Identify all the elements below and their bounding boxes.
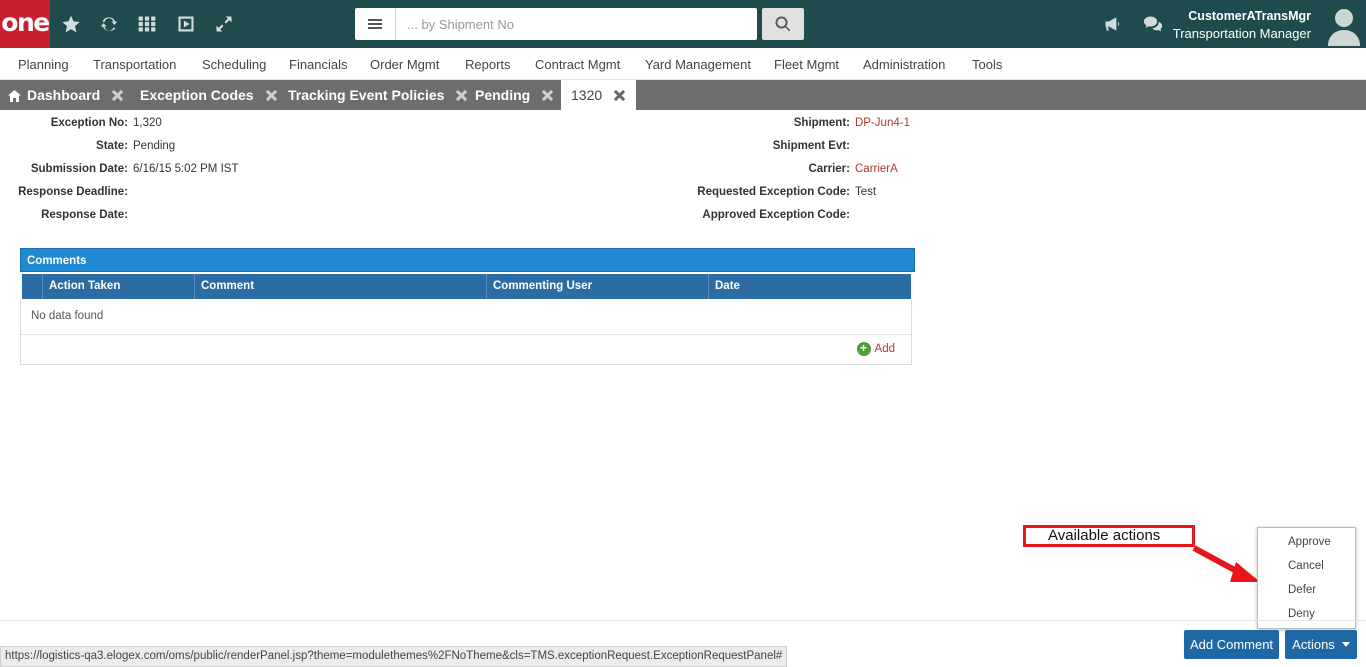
tab-dashboard[interactable]: Dashboard [8,80,123,110]
comments-grid-header: Action Taken Comment Commenting User Dat… [22,274,911,299]
submission-date-label: Submission Date: [30,163,128,175]
exception-no-label: Exception No: [50,117,128,129]
comments-grid-body: No data found + Add [20,299,912,365]
close-icon[interactable] [112,90,123,101]
response-date-label: Response Date: [41,209,128,221]
tab-label: 1320 [571,87,603,103]
user-role: Transportation Manager [1172,26,1311,41]
grid-icon[interactable] [135,12,159,36]
exception-no-value: 1,320 [133,117,162,129]
close-icon[interactable] [266,90,277,101]
carrier-link[interactable]: CarrierA [855,163,898,175]
shipment-evt-label: Shipment Evt: [772,140,850,152]
menu-financials[interactable]: Financials [289,57,348,72]
action-deny[interactable]: Deny [1288,608,1315,620]
tab-label: Pending [475,87,531,103]
action-defer[interactable]: Defer [1288,584,1316,596]
tab-pending[interactable]: Pending [475,80,553,110]
menu-planning[interactable]: Planning [18,57,69,72]
play-icon[interactable] [174,12,198,36]
add-comment-button[interactable]: Add Comment [1184,630,1279,659]
approved-exception-code-label: Approved Exception Code: [702,209,850,221]
state-value: Pending [133,140,176,152]
user-name[interactable]: CustomerATransMgr [1188,9,1311,23]
app-logo[interactable]: one [0,0,50,48]
tab-tracking-event-policies[interactable]: Tracking Event Policies [288,80,467,110]
tab-label: Tracking Event Policies [288,87,445,103]
home-icon [8,89,21,102]
close-icon[interactable] [456,90,467,101]
grid-col-selector [22,274,42,299]
col-action-taken[interactable]: Action Taken [42,274,194,299]
menu-scheduling[interactable]: Scheduling [202,57,266,72]
divider [21,334,911,335]
menu-contract-mgmt[interactable]: Contract Mgmt [535,57,620,72]
actions-button[interactable]: Actions [1285,630,1357,659]
top-bar: one CustomerATransMgr Transportation Man… [0,0,1366,48]
menu-reports[interactable]: Reports [465,57,511,72]
comments-panel-title: Comments [20,248,915,272]
menu-yard-management[interactable]: Yard Management [645,57,751,72]
status-url: https://logistics-qa3.elogex.com/oms/pub… [0,646,788,667]
close-icon[interactable] [614,90,625,101]
megaphone-icon[interactable] [1101,12,1125,36]
search-menu-icon[interactable] [355,8,396,40]
annotation-callout: Available actions [1023,525,1195,547]
shipment-label: Shipment: [793,117,850,129]
action-approve[interactable]: Approve [1288,536,1331,548]
tab-label: Dashboard [27,87,101,103]
actions-label: Actions [1292,637,1335,652]
shipment-link[interactable]: DP-Jun4-1 [855,117,910,129]
menu-administration[interactable]: Administration [863,57,945,72]
requested-exception-code-label: Requested Exception Code: [697,186,850,198]
search-input[interactable] [397,8,755,40]
col-comment[interactable]: Comment [194,274,486,299]
action-cancel[interactable]: Cancel [1288,560,1324,572]
close-icon[interactable] [542,90,553,101]
main-menu: Planning Transportation Scheduling Finan… [0,48,1366,80]
tab-exception-codes[interactable]: Exception Codes [140,80,277,110]
menu-tools[interactable]: Tools [972,57,1002,72]
actions-dropdown: Approve Cancel Defer Deny [1257,527,1356,629]
menu-order-mgmt[interactable]: Order Mgmt [370,57,439,72]
col-commenting-user[interactable]: Commenting User [486,274,708,299]
caret-down-icon [1341,642,1350,647]
submission-date-value: 6/16/15 5:02 PM IST [133,163,239,175]
refresh-icon[interactable] [97,12,121,36]
tab-bar: Dashboard Exception Codes Tracking Event… [0,80,1366,110]
footer-divider [0,620,1366,621]
add-label: Add [874,343,895,355]
tab-1320[interactable]: 1320 [561,80,636,110]
star-icon[interactable] [59,12,83,36]
response-deadline-label: Response Deadline: [18,186,128,198]
requested-exception-code-value: Test [855,186,877,198]
carrier-label: Carrier: [808,163,850,175]
search-button[interactable] [762,8,804,40]
add-comment-link[interactable]: + Add [856,342,895,356]
add-icon: + [856,342,871,356]
col-date[interactable]: Date [708,274,911,299]
menu-transportation[interactable]: Transportation [93,57,176,72]
empty-message: No data found [31,310,104,322]
search-icon [775,16,791,32]
expand-icon[interactable] [212,12,236,36]
avatar-icon[interactable] [1326,6,1362,46]
menu-fleet-mgmt[interactable]: Fleet Mgmt [774,57,839,72]
chat-icon[interactable] [1141,12,1165,36]
tab-label: Exception Codes [140,87,254,103]
search-box [355,8,757,40]
state-label: State: [96,140,128,152]
